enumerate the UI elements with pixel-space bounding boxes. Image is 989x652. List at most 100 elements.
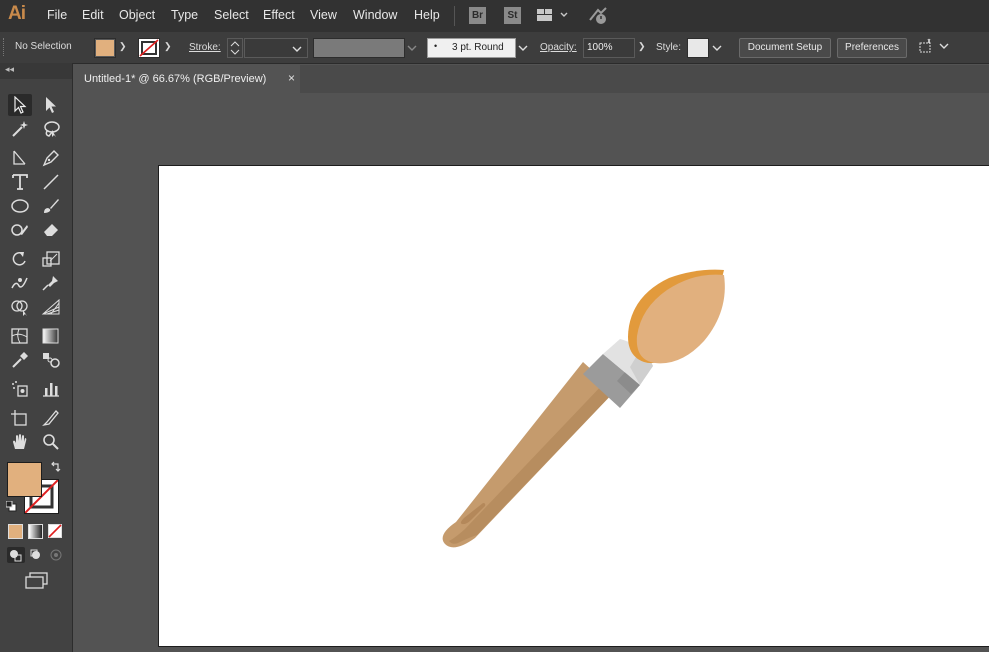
fill-swatch[interactable] — [94, 38, 116, 58]
stroke-swatch[interactable] — [138, 38, 160, 58]
curvature-tool[interactable] — [8, 147, 32, 169]
opacity-label[interactable]: Opacity: — [540, 42, 577, 53]
profile-chevron-down-icon[interactable] — [406, 43, 418, 53]
menu-file[interactable]: File — [47, 8, 67, 22]
mesh-icon — [11, 328, 28, 344]
magic-wand-tool[interactable] — [8, 118, 32, 140]
rotate-tool[interactable] — [8, 248, 32, 270]
ellipse-tool[interactable] — [8, 195, 32, 217]
draw-normal-icon — [10, 550, 22, 562]
fill-dropdown-chevron-icon[interactable]: ❯ — [119, 41, 127, 52]
document-tab[interactable]: Untitled-1* @ 66.67% (RGB/Preview) × — [74, 65, 300, 93]
stroke-label[interactable]: Stroke: — [189, 42, 221, 53]
stock-button[interactable]: St — [504, 7, 521, 24]
no-stroke-icon — [139, 39, 159, 57]
eyedropper-tool[interactable] — [8, 349, 32, 371]
opacity-value: 100% — [587, 42, 613, 53]
document-tab-bar: Untitled-1* @ 66.67% (RGB/Preview) × — [74, 65, 989, 93]
opacity-field[interactable]: 100% — [583, 38, 635, 58]
selection-status: No Selection — [15, 41, 72, 52]
artboard-tool[interactable] — [8, 407, 32, 429]
stroke-dropdown-chevron-icon[interactable]: ❯ — [164, 41, 172, 52]
bridge-button[interactable]: Br — [469, 7, 486, 24]
draw-behind-icon[interactable] — [28, 547, 46, 563]
style-chevron-down-icon[interactable] — [711, 43, 723, 53]
selection-tool[interactable] — [8, 94, 32, 116]
stroke-weight-field[interactable] — [244, 38, 308, 58]
gpu-performance-icon[interactable] — [588, 6, 610, 26]
line-segment-tool[interactable] — [39, 171, 63, 193]
control-bar-grip[interactable] — [3, 38, 6, 56]
puppet-warp-tool[interactable] — [39, 272, 63, 294]
menu-window[interactable]: Window — [353, 8, 397, 22]
color-mode-button[interactable] — [8, 524, 23, 539]
opacity-arrow-icon[interactable]: ❯ — [638, 41, 646, 52]
eraser-tool[interactable] — [39, 219, 63, 241]
default-fill-stroke-icon[interactable] — [6, 501, 17, 512]
lasso-tool[interactable] — [39, 118, 63, 140]
paintbrush-tool[interactable] — [39, 195, 63, 217]
gradient-tool[interactable] — [39, 325, 63, 347]
stepper-arrows-icon — [230, 41, 240, 55]
brush-definition-field[interactable]: • 3 pt. Round — [427, 38, 516, 58]
pin-icon — [42, 276, 58, 291]
menu-object[interactable]: Object — [119, 8, 155, 22]
selection-arrow-icon — [14, 96, 27, 114]
none-mode-icon[interactable] — [48, 524, 63, 539]
workspace-switcher-icon[interactable] — [537, 8, 569, 24]
close-tab-icon[interactable]: × — [288, 71, 295, 85]
brush-chevron-down-icon[interactable] — [516, 39, 530, 57]
graphic-style-swatch[interactable] — [687, 38, 709, 58]
menu-effect[interactable]: Effect — [263, 8, 295, 22]
paintbrush-icon — [44, 199, 59, 213]
draw-normal-button[interactable] — [7, 547, 25, 563]
document-tab-title: Untitled-1* @ 66.67% (RGB/Preview) — [84, 73, 267, 85]
gradient-mode-button[interactable] — [28, 524, 43, 539]
document-setup-button[interactable]: Document Setup — [739, 38, 831, 58]
warp-tool[interactable] — [8, 272, 32, 294]
pen-tool[interactable] — [39, 147, 63, 169]
draw-inside-icon[interactable] — [48, 547, 66, 563]
shaper-icon — [11, 224, 28, 236]
hand-tool[interactable] — [8, 431, 32, 453]
menu-edit[interactable]: Edit — [82, 8, 104, 22]
column-graph-tool[interactable] — [39, 378, 63, 400]
preferences-button[interactable]: Preferences — [837, 38, 907, 58]
menu-select[interactable]: Select — [214, 8, 249, 22]
column-graph-icon — [43, 383, 59, 397]
slice-tool[interactable] — [39, 407, 63, 429]
direct-selection-tool[interactable] — [39, 94, 63, 116]
blend-tool[interactable] — [39, 349, 63, 371]
ellipse-icon — [11, 199, 29, 213]
symbol-sprayer-tool[interactable] — [8, 378, 32, 400]
eraser-icon — [44, 224, 58, 236]
zoom-tool[interactable] — [39, 431, 63, 453]
lasso-icon — [44, 121, 60, 137]
collapse-panel-icon[interactable]: ◂◂ — [5, 64, 14, 75]
chevron-down-icon — [292, 46, 302, 52]
type-icon — [12, 174, 28, 190]
menu-type[interactable]: Type — [171, 8, 198, 22]
shaper-tool[interactable] — [8, 219, 32, 241]
scale-tool[interactable] — [39, 248, 63, 270]
fill-color-swatch[interactable] — [7, 462, 42, 497]
arrange-documents-icon[interactable] — [917, 38, 951, 56]
change-screen-mode-icon[interactable] — [24, 572, 50, 590]
stroke-weight-stepper[interactable] — [227, 38, 243, 58]
swap-fill-stroke-icon[interactable] — [50, 461, 62, 473]
perspective-grid-tool[interactable] — [39, 296, 63, 318]
line-segment-icon — [43, 174, 59, 190]
type-tool[interactable] — [8, 171, 32, 193]
shape-builder-tool[interactable] — [8, 296, 32, 318]
magic-wand-icon — [12, 121, 28, 137]
warp-icon — [11, 277, 28, 289]
tools-panel-header[interactable]: ◂◂ — [0, 63, 72, 79]
eyedropper-icon — [12, 352, 28, 368]
paintbrush-illustration[interactable] — [159, 166, 989, 646]
menu-view[interactable]: View — [310, 8, 337, 22]
shape-builder-icon — [11, 300, 28, 316]
artboard[interactable] — [158, 165, 989, 647]
menu-help[interactable]: Help — [414, 8, 440, 22]
mesh-tool[interactable] — [8, 325, 32, 347]
variable-width-profile[interactable] — [313, 38, 405, 58]
